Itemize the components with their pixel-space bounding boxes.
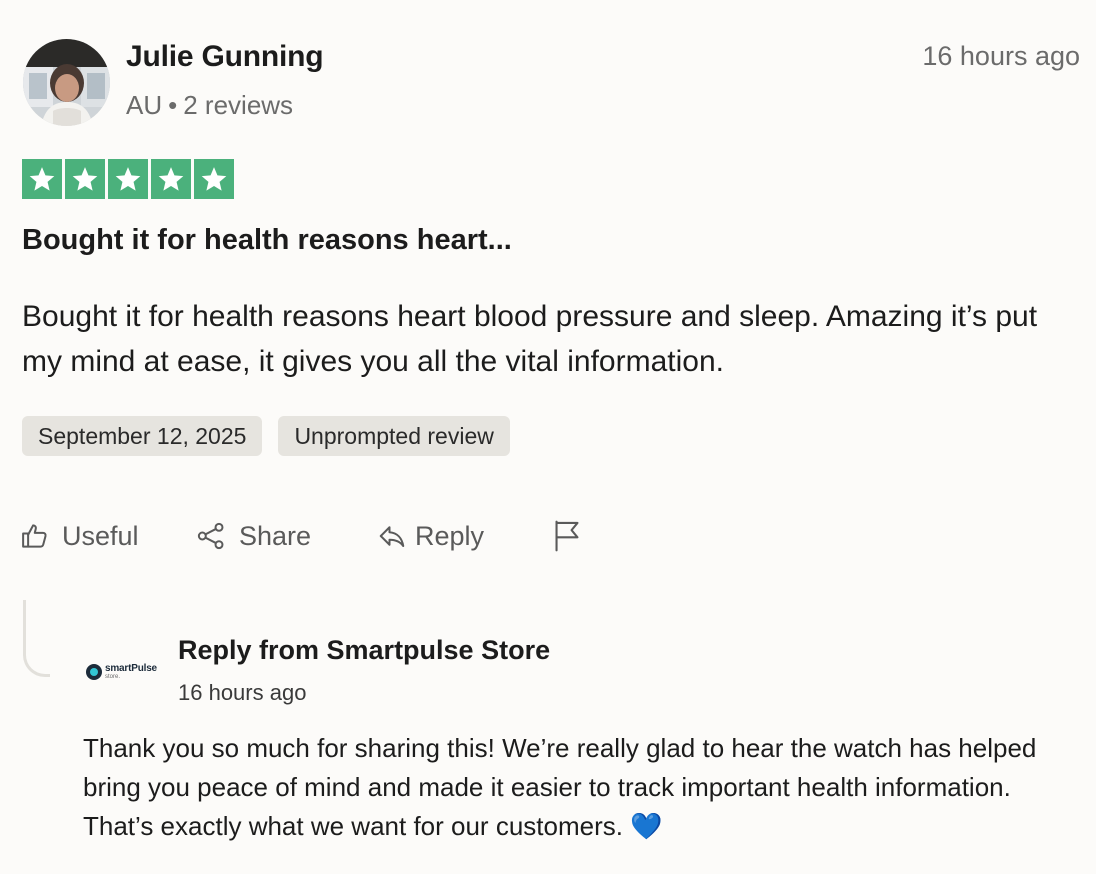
reply-connector-line — [23, 600, 50, 677]
thumbs-up-icon — [20, 521, 50, 551]
share-icon — [195, 520, 227, 552]
meta-separator: • — [168, 90, 178, 120]
star-icon — [194, 159, 234, 199]
smartpulse-logo-icon — [86, 664, 102, 680]
useful-label: Useful — [62, 520, 139, 551]
share-label: Share — [239, 520, 312, 551]
review-title[interactable]: Bought it for health reasons heart... — [22, 224, 512, 257]
logo-name: smartPulse — [105, 663, 157, 674]
reviewer-name[interactable]: Julie Gunning — [126, 40, 324, 74]
star-icon — [108, 159, 148, 199]
reviewer-meta: AU • 2 reviews — [126, 90, 293, 121]
reply-arrow-icon — [377, 521, 407, 551]
reply-button[interactable]: Reply — [377, 516, 484, 556]
review-card: Julie Gunning AU • 2 reviews 16 hours ago … — [0, 0, 1096, 874]
star-rating — [22, 159, 234, 199]
reply-title: Reply from Smartpulse Store — [178, 635, 551, 665]
review-timestamp: 16 hours ago — [922, 41, 1080, 71]
reply-timestamp: 16 hours ago — [178, 680, 307, 705]
review-type-tag[interactable]: Unprompted review — [278, 416, 510, 456]
star-icon — [151, 159, 191, 199]
reviewer-review-count: 2 reviews — [183, 90, 294, 120]
flag-icon — [551, 519, 583, 553]
share-button[interactable]: Share — [195, 516, 311, 556]
company-logo: smartPulse store. — [86, 658, 162, 686]
useful-button[interactable]: Useful — [20, 516, 139, 556]
reply-body: Thank you so much for sharing this! We’r… — [83, 733, 1037, 841]
report-button[interactable] — [551, 516, 583, 556]
avatar[interactable] — [23, 39, 110, 126]
star-icon — [22, 159, 62, 199]
reply-label: Reply — [415, 520, 485, 551]
review-tags: September 12, 2025 Unprompted review — [22, 416, 510, 456]
review-body: Bought it for health reasons heart blood… — [22, 300, 1038, 378]
star-icon — [65, 159, 105, 199]
avatar-photo — [23, 39, 110, 126]
reviewer-country: AU — [126, 90, 163, 120]
logo-sub: store. — [105, 674, 121, 680]
date-tag: September 12, 2025 — [22, 416, 263, 456]
